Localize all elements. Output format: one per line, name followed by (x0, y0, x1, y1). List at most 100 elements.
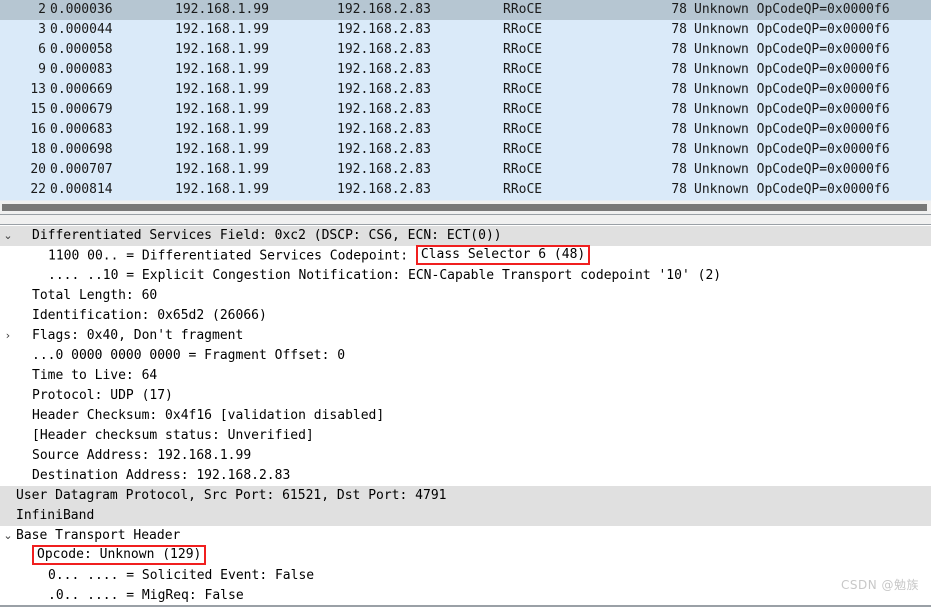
packet-no-cell: 15 (30, 102, 46, 117)
detail-tree-row-udp[interactable]: User Datagram Protocol, Src Port: 61521,… (0, 486, 931, 506)
packet-no-cell: 22 (30, 182, 46, 197)
detail-row-label: .0.. .... = MigReq: False (48, 588, 244, 603)
packet-time-cell: 0.000669 (50, 82, 113, 97)
chevron-right-icon[interactable]: › (0, 326, 16, 346)
packet-destination-cell: 192.168.2.83 (337, 142, 431, 157)
packet-no-cell: 3 (38, 22, 46, 37)
detail-row-label: Total Length: 60 (32, 288, 158, 303)
packet-source-cell: 192.168.1.99 (175, 182, 269, 197)
detail-tree-row-migreq[interactable]: .0.. .... = MigReq: False (0, 586, 931, 606)
packet-no-cell: 9 (38, 62, 46, 77)
packet-source-cell: 192.168.1.99 (175, 62, 269, 77)
packet-time-cell: 0.000707 (50, 162, 113, 177)
packet-list-row[interactable]: 18 0.000698 192.168.1.99 192.168.2.83 RRoCE 7… (0, 140, 931, 160)
detail-tree-row-identification[interactable]: Identification: 0x65d2 (26066) (0, 306, 931, 326)
packet-detail-pane[interactable]: ⌄ Differentiated Services Field: 0xc2 (DS… (0, 226, 931, 607)
detail-tree-row-flags[interactable]: › Flags: 0x40, Don't fragment (0, 326, 931, 346)
detail-tree-row-dest-address[interactable]: Destination Address: 192.168.2.83 (0, 466, 931, 486)
packet-destination-cell: 192.168.2.83 (337, 182, 431, 197)
packet-source-cell: 192.168.1.99 (175, 42, 269, 57)
detail-row-label: Identification: 0x65d2 (26066) (32, 308, 267, 323)
packet-list-row[interactable]: 16 0.000683 192.168.1.99 192.168.2.83 RRoCE 7… (0, 120, 931, 140)
packet-info-cell: Unknown OpCodeQP=0x0000f6 (694, 2, 890, 17)
detail-row-label: Destination Address: 192.168.2.83 (32, 468, 291, 483)
packet-time-cell: 0.000683 (50, 122, 113, 137)
detail-row-label: ...0 0000 0000 0000 = Fragment Offset: 0 (32, 348, 346, 363)
packet-info-cell: Unknown OpCodeQP=0x0000f6 (694, 182, 890, 197)
detail-tree-row-infiniband[interactable]: InfiniBand (0, 506, 931, 526)
packet-info-cell: Unknown OpCodeQP=0x0000f6 (694, 62, 890, 77)
detail-tree-row-ttl[interactable]: Time to Live: 64 (0, 366, 931, 386)
packet-length-cell: 78 (671, 62, 687, 77)
packet-length-cell: 78 (671, 162, 687, 177)
detail-tree-row-dscp[interactable]: 1100 00.. = Differentiated Services Code… (0, 245, 931, 266)
packet-source-cell: 192.168.1.99 (175, 162, 269, 177)
packet-list-row[interactable]: 6 0.000058 192.168.1.99 192.168.2.83 RRoCE 78… (0, 40, 931, 60)
pane-splitter[interactable] (0, 214, 931, 225)
packet-list-row[interactable]: 22 0.000814 192.168.1.99 192.168.2.83 RRoCE 7… (0, 180, 931, 200)
detail-row-label: Time to Live: 64 (32, 368, 158, 383)
packet-list-horizontal-scrollbar-thumb[interactable] (2, 204, 927, 211)
packet-list-row[interactable]: 20 0.000707 192.168.1.99 192.168.2.83 RRoCE 7… (0, 160, 931, 180)
chevron-down-icon[interactable]: ⌄ (0, 226, 16, 246)
detail-tree-row-frag-offset[interactable]: ...0 0000 0000 0000 = Fragment Offset: 0 (0, 346, 931, 366)
packet-destination-cell: 192.168.2.83 (337, 162, 431, 177)
detail-tree-row-total-length[interactable]: Total Length: 60 (0, 286, 931, 306)
packet-protocol-cell: RRoCE (503, 182, 543, 197)
detail-row-label: .... ..10 = Explicit Congestion Notifica… (48, 268, 722, 283)
detail-tree-row-bth[interactable]: ⌄ Base Transport Header (0, 526, 931, 546)
packet-list-row[interactable]: 13 0.000669 192.168.1.99 192.168.2.83 RRoCE 7… (0, 80, 931, 100)
chevron-down-icon[interactable]: ⌄ (0, 526, 16, 546)
packet-info-cell: Unknown OpCodeQP=0x0000f6 (694, 122, 890, 137)
detail-row-label: Protocol: UDP (17) (32, 388, 173, 403)
packet-list-row[interactable]: 2 0.000036 192.168.1.99 192.168.2.83 RRoCE 78… (0, 0, 931, 20)
packet-time-cell: 0.000083 (50, 62, 113, 77)
packet-list-row[interactable]: 15 0.000679 192.168.1.99 192.168.2.83 RRoCE 7… (0, 100, 931, 120)
packet-list-pane[interactable]: 2 0.000036 192.168.1.99 192.168.2.83 RRoCE 78… (0, 0, 931, 200)
packet-protocol-cell: RRoCE (503, 22, 543, 37)
packet-length-cell: 78 (671, 42, 687, 57)
packet-time-cell: 0.000036 (50, 2, 113, 17)
csdn-watermark: CSDN @勉族 (840, 578, 919, 592)
packet-source-cell: 192.168.1.99 (175, 22, 269, 37)
packet-length-cell: 78 (671, 102, 687, 117)
detail-tree-row-ecn[interactable]: .... ..10 = Explicit Congestion Notifica… (0, 266, 931, 286)
packet-info-cell: Unknown OpCodeQP=0x0000f6 (694, 162, 890, 177)
packet-info-cell: Unknown OpCodeQP=0x0000f6 (694, 42, 890, 57)
packet-source-cell: 192.168.1.99 (175, 142, 269, 157)
detail-tree-row-source-address[interactable]: Source Address: 192.168.1.99 (0, 446, 931, 466)
packet-length-cell: 78 (671, 22, 687, 37)
detail-tree-row-header-checksum[interactable]: Header Checksum: 0x4f16 [validation disa… (0, 406, 931, 426)
packet-source-cell: 192.168.1.99 (175, 102, 269, 117)
annotation-highlight-box: Class Selector 6 (48) (415, 245, 591, 265)
packet-destination-cell: 192.168.2.83 (337, 42, 431, 57)
packet-protocol-cell: RRoCE (503, 62, 543, 77)
annotation-highlight-box: Opcode: Unknown (129) (32, 545, 207, 565)
packet-info-cell: Unknown OpCodeQP=0x0000f6 (694, 82, 890, 97)
detail-tree-row-opcode[interactable]: Opcode: Unknown (129) (0, 545, 931, 566)
detail-row-label: Header Checksum: 0x4f16 [validation disa… (32, 408, 385, 423)
detail-tree-row-dsfield[interactable]: ⌄ Differentiated Services Field: 0xc2 (DS… (0, 226, 931, 246)
packet-list-row[interactable]: 3 0.000044 192.168.1.99 192.168.2.83 RRoCE 78… (0, 20, 931, 40)
packet-no-cell: 20 (30, 162, 46, 177)
packet-list-row[interactable]: 9 0.000083 192.168.1.99 192.168.2.83 RRoCE 78… (0, 60, 931, 80)
packet-length-cell: 78 (671, 182, 687, 197)
detail-tree-row-checksum-status[interactable]: [Header checksum status: Unverified] (0, 426, 931, 446)
detail-tree-row-protocol[interactable]: Protocol: UDP (17) (0, 386, 931, 406)
packet-protocol-cell: RRoCE (503, 102, 543, 117)
packet-no-cell: 18 (30, 142, 46, 157)
packet-protocol-cell: RRoCE (503, 162, 543, 177)
detail-tree-row-solicited[interactable]: 0... .... = Solicited Event: False (0, 566, 931, 586)
packet-protocol-cell: RRoCE (503, 122, 543, 137)
